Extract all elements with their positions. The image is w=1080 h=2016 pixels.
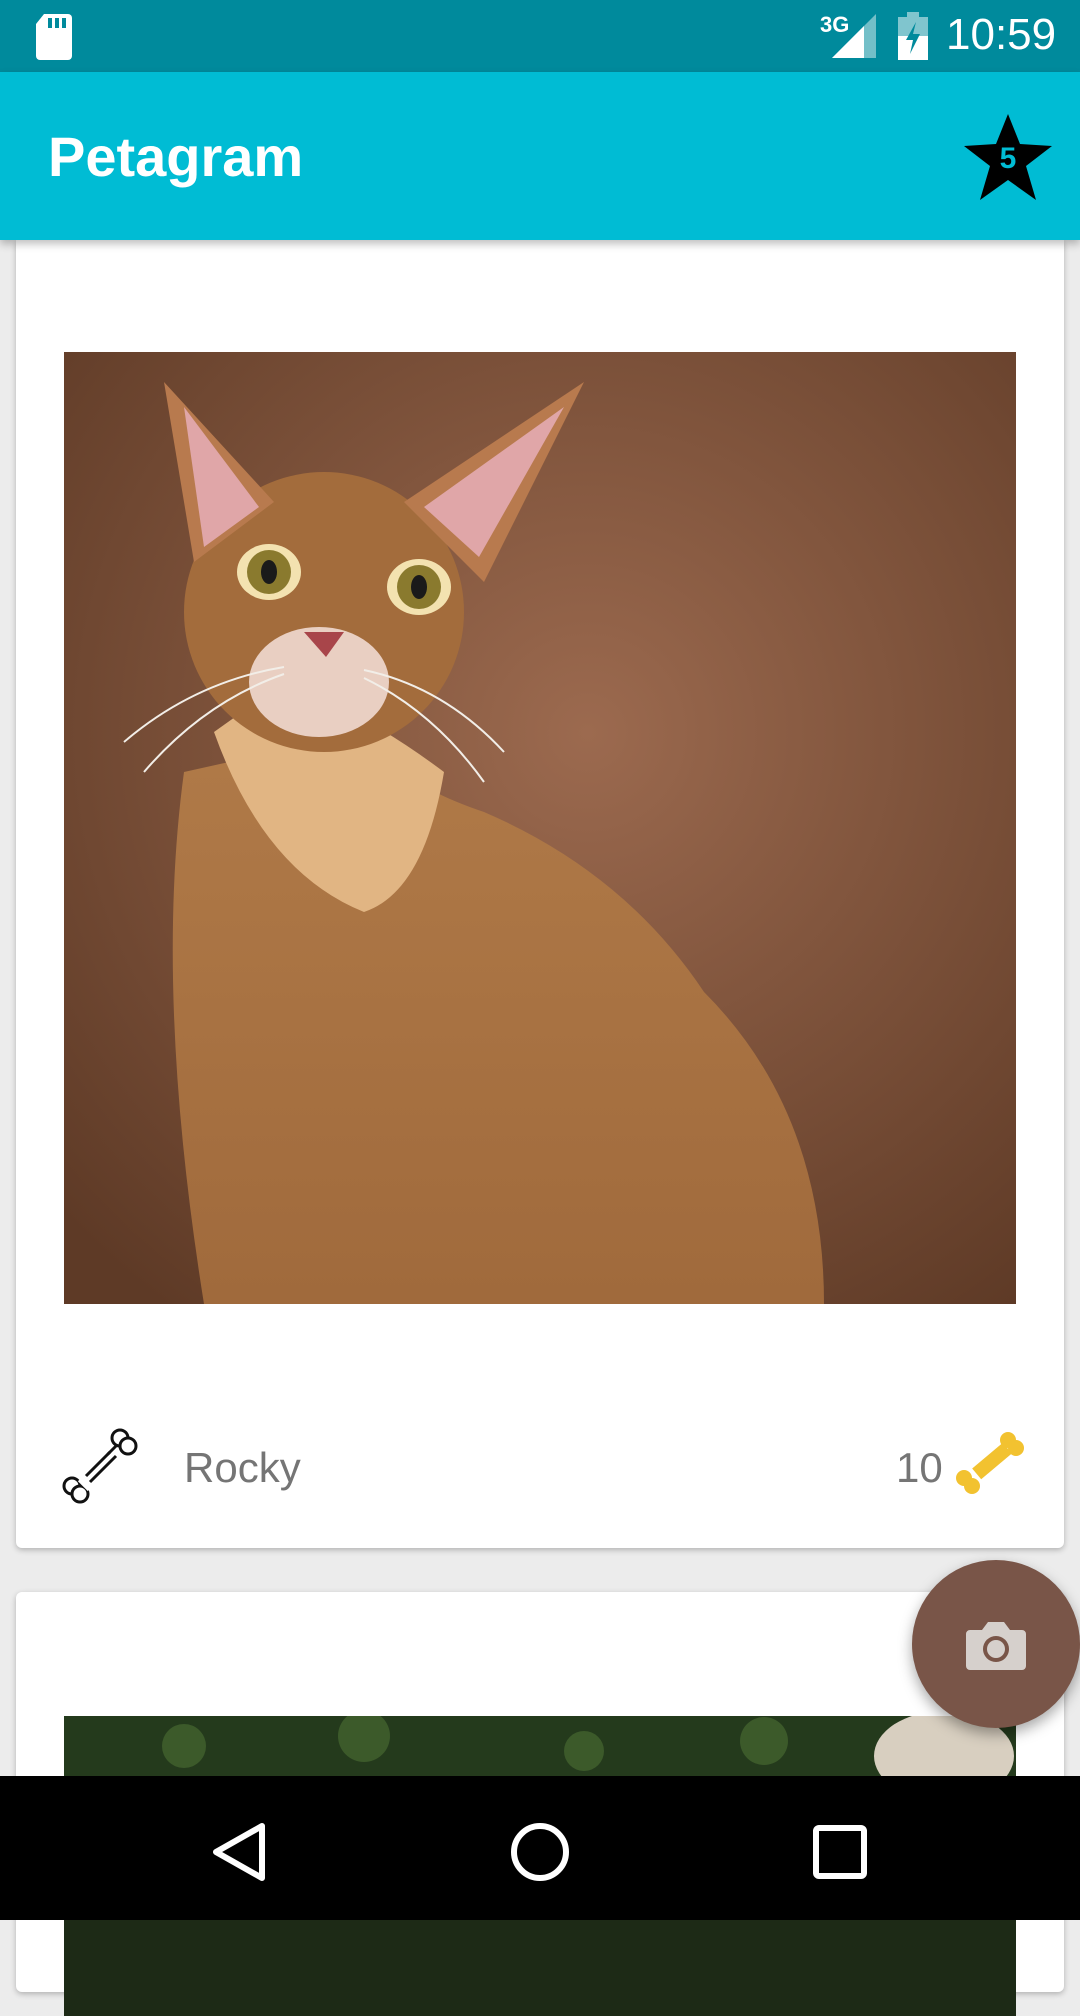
like-count: 10	[896, 1444, 943, 1491]
app-bar: Petagram 5	[0, 72, 1080, 240]
camera-fab[interactable]	[912, 1560, 1080, 1728]
favorites-button[interactable]: 5	[960, 112, 1056, 204]
bone-icon[interactable]	[60, 1426, 140, 1506]
app-title: Petagram	[48, 125, 304, 188]
pet-photo	[64, 352, 1016, 1304]
clock: 10:59	[946, 10, 1057, 59]
gold-bone-icon	[956, 1432, 1024, 1494]
status-bar: 3G 10:59	[0, 0, 1080, 72]
system-nav-bar	[0, 1776, 1080, 1920]
recents-icon[interactable]	[800, 1812, 880, 1892]
back-icon[interactable]	[200, 1812, 280, 1892]
signal-icon	[832, 14, 876, 58]
home-icon[interactable]	[500, 1812, 580, 1892]
sd-card-icon	[36, 14, 72, 60]
pet-card: Rocky 10	[16, 240, 1064, 1548]
cat-photo	[64, 352, 1016, 1304]
favorites-count: 5	[999, 142, 1017, 175]
pet-name: Rocky	[184, 1444, 301, 1491]
camera-icon	[966, 1622, 1026, 1670]
battery-charging-icon	[898, 12, 928, 60]
